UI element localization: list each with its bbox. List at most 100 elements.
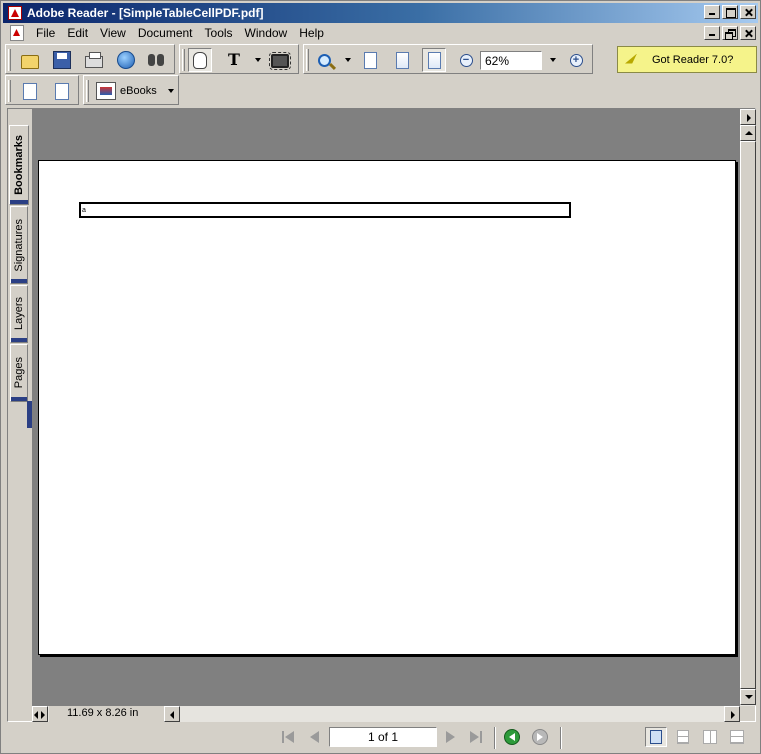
tab-accent [11, 279, 27, 283]
single-page-layout-button[interactable] [645, 727, 667, 747]
doc-minimize-button[interactable] [704, 26, 720, 40]
window-title: Adobe Reader - [SimpleTableCellPDF.pdf] [27, 6, 264, 20]
zoom-in-button[interactable]: + [564, 48, 588, 72]
next-page-button[interactable] [441, 728, 459, 746]
print-icon [85, 52, 103, 68]
vertical-scrollbar[interactable] [740, 109, 756, 706]
tab-bookmarks[interactable]: Bookmarks [9, 125, 29, 205]
facing-icon [703, 730, 717, 744]
menu-document[interactable]: Document [132, 26, 199, 40]
table-cell-text: a [82, 207, 86, 214]
pdf-page[interactable]: a [38, 160, 736, 655]
scroll-options-button[interactable] [740, 109, 756, 125]
ebooks-label[interactable]: eBooks [120, 85, 157, 97]
facing-layout-button[interactable] [699, 727, 721, 747]
secondary-toolbar: eBooks [3, 74, 758, 106]
continuous-facing-icon [730, 730, 744, 744]
search-button[interactable] [144, 48, 168, 72]
toolbar-grip[interactable] [306, 49, 309, 71]
adobe-reader-icon[interactable] [8, 6, 22, 20]
menu-edit[interactable]: Edit [61, 26, 94, 40]
zoom-plus-icon: + [569, 53, 583, 67]
tab-layers[interactable]: Layers [10, 285, 28, 343]
doc-close-button[interactable] [740, 26, 756, 40]
doc-restore-button[interactable] [722, 26, 738, 40]
tab-bookmarks-label: Bookmarks [13, 135, 25, 195]
menu-file[interactable]: File [30, 26, 61, 40]
rotate-counterclockwise-button[interactable] [50, 79, 74, 103]
select-tool-dropdown[interactable] [255, 58, 261, 62]
toolbar-grip[interactable] [86, 80, 89, 102]
maximize-button[interactable] [722, 5, 738, 19]
vertical-scroll-thumb[interactable] [740, 141, 756, 689]
zoom-level-field[interactable]: 62% [480, 51, 542, 70]
menu-view[interactable]: View [94, 26, 132, 40]
document-viewer: Bookmarks Signatures Layers Pages a 11.6… [7, 108, 756, 722]
save-icon [53, 51, 71, 69]
ebooks-dropdown[interactable] [168, 89, 174, 93]
zoom-out-button[interactable]: − [454, 48, 478, 72]
zoom-level-dropdown[interactable] [550, 58, 556, 62]
actual-size-icon [363, 51, 377, 69]
continuous-layout-button[interactable] [672, 727, 694, 747]
menu-bar: File Edit View Document Tools Window Hel… [3, 24, 758, 42]
arrow-right-icon [747, 114, 751, 122]
get-reader-promo-button[interactable]: Got Reader 7.0? [617, 46, 757, 73]
select-text-button[interactable]: T [222, 48, 246, 72]
document-icon[interactable] [10, 25, 24, 41]
search-icon [147, 51, 165, 69]
menu-help[interactable]: Help [293, 26, 330, 40]
rotate-ccw-icon [55, 82, 69, 100]
fit-width-button[interactable] [422, 48, 446, 72]
plane-icon [624, 53, 638, 67]
email-icon [117, 51, 135, 69]
main-toolbar: T − 62% + Got Reader 7.0? [3, 43, 758, 75]
continuous-facing-layout-button[interactable] [726, 727, 748, 747]
menu-tools[interactable]: Tools [199, 26, 239, 40]
close-button[interactable] [740, 5, 756, 19]
file-toolbar [5, 44, 175, 74]
horizontal-scroll-track[interactable] [180, 706, 724, 722]
save-button[interactable] [50, 48, 74, 72]
toolbar-grip[interactable] [8, 80, 11, 102]
tab-signatures[interactable]: Signatures [10, 206, 28, 284]
select-text-icon: T [228, 50, 240, 69]
title-bar[interactable]: Adobe Reader - [SimpleTableCellPDF.pdf] [3, 3, 758, 23]
toolbar-grip[interactable] [182, 49, 185, 71]
actual-size-button[interactable] [358, 48, 382, 72]
next-view-button[interactable] [531, 728, 549, 746]
open-button[interactable] [18, 48, 42, 72]
promo-label: Got Reader 7.0? [652, 53, 734, 66]
scroll-right-button[interactable] [724, 706, 740, 722]
ebooks-button[interactable] [94, 79, 118, 103]
hand-tool-button[interactable] [188, 48, 212, 72]
previous-view-button[interactable] [503, 728, 521, 746]
minimize-button[interactable] [704, 5, 720, 19]
fit-page-button[interactable] [390, 48, 414, 72]
scroll-up-button[interactable] [740, 125, 756, 141]
previous-page-button[interactable] [305, 728, 323, 746]
print-button[interactable] [82, 48, 106, 72]
rotate-clockwise-button[interactable] [18, 79, 42, 103]
single-page-icon [650, 730, 662, 744]
tab-pages[interactable]: Pages [10, 344, 28, 402]
scroll-down-button[interactable] [740, 689, 756, 705]
snapshot-button[interactable] [268, 48, 292, 72]
fit-width-icon [427, 51, 441, 69]
first-page-button[interactable] [279, 728, 297, 746]
menu-window[interactable]: Window [239, 26, 294, 40]
pane-resize-button[interactable] [32, 706, 48, 722]
horizontal-scrollbar[interactable]: 11.69 x 8.26 in [32, 706, 740, 722]
table-cell: a [79, 202, 571, 218]
zoom-tool-dropdown[interactable] [345, 58, 351, 62]
toolbar-grip[interactable] [8, 49, 11, 71]
status-bar: 1 of 1 [3, 723, 758, 751]
email-button[interactable] [114, 48, 138, 72]
zoom-in-tool-button[interactable] [312, 48, 336, 72]
document-canvas[interactable]: a [32, 109, 740, 706]
tab-accent [10, 200, 28, 204]
page-number-field[interactable]: 1 of 1 [329, 727, 437, 747]
arrow-down-icon [745, 695, 753, 699]
scroll-left-button[interactable] [164, 706, 180, 722]
last-page-button[interactable] [467, 728, 485, 746]
